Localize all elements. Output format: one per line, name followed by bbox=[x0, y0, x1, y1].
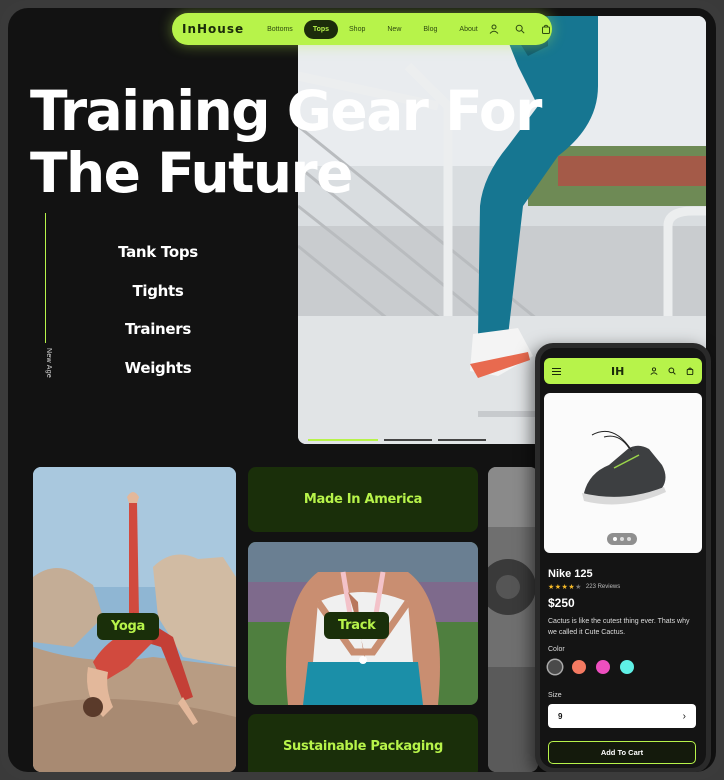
tile-made-in-america[interactable]: Made In America bbox=[248, 467, 478, 532]
product-image-card[interactable] bbox=[544, 393, 702, 553]
tile-sustainable-packaging-label: Sustainable Packaging bbox=[282, 738, 444, 754]
hero-title: Training Gear For The Future bbox=[30, 79, 542, 205]
hero-slide-indicator bbox=[308, 439, 486, 441]
category-tights[interactable]: Tights bbox=[98, 279, 218, 318]
add-to-cart-button[interactable]: Add To Cart bbox=[548, 741, 696, 764]
color-swatch-coral[interactable] bbox=[572, 660, 586, 674]
carousel-dot[interactable] bbox=[620, 537, 624, 541]
nav-link-tops[interactable]: Tops bbox=[303, 19, 339, 39]
color-swatch-gray[interactable] bbox=[548, 660, 562, 674]
cart-icon[interactable] bbox=[686, 367, 694, 375]
product-description: Cactus is like the cutest thing ever. Th… bbox=[548, 618, 690, 636]
tile-sustainable-packaging[interactable]: Sustainable Packaging bbox=[248, 714, 478, 772]
review-count[interactable]: 223 Reviews bbox=[586, 584, 620, 590]
color-swatch-pink[interactable] bbox=[596, 660, 610, 674]
cart-icon[interactable] bbox=[541, 24, 551, 34]
size-value: 9 bbox=[558, 711, 563, 721]
user-icon[interactable] bbox=[650, 367, 658, 375]
nav-icons bbox=[489, 24, 551, 34]
category-weights[interactable]: Weights bbox=[98, 356, 218, 395]
phone-logo[interactable]: IH bbox=[611, 365, 624, 378]
user-icon[interactable] bbox=[489, 24, 499, 34]
shoe-image bbox=[582, 431, 666, 505]
carousel-dot[interactable] bbox=[627, 537, 631, 541]
carousel-dot-active[interactable] bbox=[613, 537, 617, 541]
category-tank-tops[interactable]: Tank Tops bbox=[98, 240, 218, 279]
nav-link-blog[interactable]: Blog bbox=[412, 26, 448, 33]
phone-mockup: IH Nike 125 ★★★★★ 223 Reviews $250 Cactu… bbox=[535, 343, 711, 772]
hero-title-line-2: The Future bbox=[30, 141, 353, 205]
size-label: Size bbox=[548, 692, 562, 699]
tile-track-label: Track bbox=[324, 612, 390, 639]
color-swatches bbox=[548, 660, 634, 674]
nav-link-new[interactable]: New bbox=[376, 26, 412, 33]
product-price: $250 bbox=[548, 596, 575, 610]
color-label: Color bbox=[548, 646, 565, 653]
tile-weights-image[interactable] bbox=[488, 467, 538, 772]
nav-link-about[interactable]: About bbox=[448, 26, 488, 33]
phone-screen: IH Nike 125 ★★★★★ 223 Reviews $250 Cactu… bbox=[540, 348, 706, 768]
size-select[interactable]: 9 › bbox=[548, 704, 696, 728]
nav-link-bottoms[interactable]: Bottoms bbox=[256, 26, 304, 33]
slide-indicator-active[interactable] bbox=[308, 439, 378, 441]
side-tag: New Age bbox=[45, 348, 52, 379]
tile-yoga[interactable]: Yoga bbox=[33, 467, 236, 772]
phone-navbar: IH bbox=[544, 358, 702, 384]
chevron-right-icon: › bbox=[682, 710, 686, 722]
tile-yoga-label: Yoga bbox=[97, 613, 160, 640]
phone-nav-icons bbox=[650, 367, 694, 375]
slide-indicator[interactable] bbox=[384, 439, 432, 441]
brand-logo[interactable]: InHouse bbox=[182, 22, 244, 36]
color-swatch-cyan[interactable] bbox=[620, 660, 634, 674]
star-rating: ★★★★★ bbox=[548, 584, 582, 591]
slide-indicator[interactable] bbox=[438, 439, 486, 441]
main-navbar: InHouse Bottoms Tops Shop New Blog About bbox=[172, 13, 552, 45]
category-trainers[interactable]: Trainers bbox=[98, 317, 218, 356]
tile-track[interactable]: Track bbox=[248, 542, 478, 705]
search-icon[interactable] bbox=[668, 367, 676, 375]
tile-made-in-america-label: Made In America bbox=[303, 492, 423, 507]
nav-links: Bottoms Tops Shop New Blog About bbox=[256, 19, 489, 39]
search-icon[interactable] bbox=[515, 24, 525, 34]
divider-line bbox=[45, 213, 46, 343]
rating-row: ★★★★★ 223 Reviews bbox=[548, 583, 620, 591]
category-list: Tank Tops Tights Trainers Weights bbox=[98, 240, 218, 394]
nav-link-shop[interactable]: Shop bbox=[338, 26, 376, 33]
hero-title-line-1: Training Gear For bbox=[30, 79, 542, 143]
menu-icon[interactable] bbox=[552, 367, 561, 375]
product-name: Nike 125 bbox=[548, 568, 593, 580]
carousel-dots bbox=[607, 533, 637, 545]
screen: InHouse Bottoms Tops Shop New Blog About… bbox=[8, 8, 716, 772]
